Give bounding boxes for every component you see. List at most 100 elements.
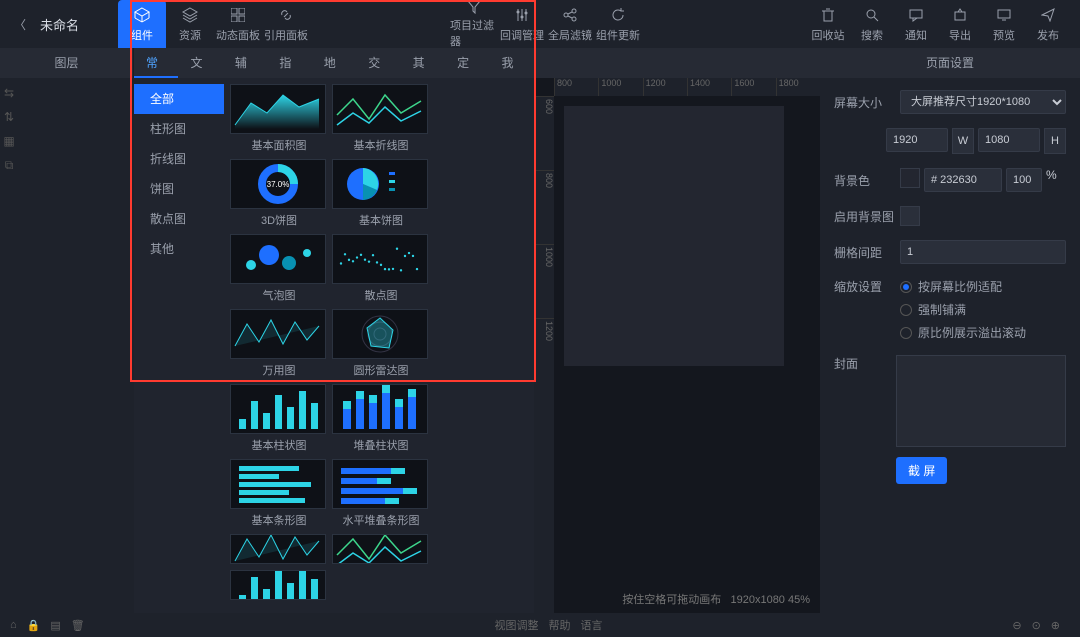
canvas-stage[interactable] (564, 106, 784, 366)
tab-project-filter[interactable]: 项目过滤器 (450, 0, 498, 48)
export-icon (951, 6, 969, 24)
main-tab-group: 组件 资源 动态面板 引用面板 (118, 0, 310, 48)
lib-side-other[interactable]: 其他 (134, 234, 224, 264)
capture-button[interactable]: 截 屏 (896, 457, 947, 484)
tab-label: 导出 (949, 27, 971, 43)
chart-card[interactable]: 基本条形图 (230, 459, 328, 528)
zoom-reset-icon[interactable]: ⊙ (1032, 619, 1041, 632)
chart-card[interactable]: 基本饼图 (332, 159, 430, 228)
grid-spacing-input[interactable] (900, 240, 1066, 264)
tab-recycle[interactable]: 回收站 (806, 0, 850, 48)
category-tabs: 常规 文字 辅助 指标 地图 交互 其他 定制 我的 (134, 48, 534, 78)
align-icon[interactable]: ⇆ (4, 86, 14, 100)
chart-thumb (332, 384, 428, 434)
tab-component-update[interactable]: 组件更新 (594, 0, 642, 48)
height-input[interactable] (978, 128, 1040, 152)
chart-card[interactable]: 万用图 (230, 309, 328, 378)
lib-side-line[interactable]: 折线图 (134, 144, 224, 174)
cover-label: 封面 (834, 355, 896, 372)
tab-preview[interactable]: 预览 (982, 0, 1026, 48)
cat-mine[interactable]: 我的 (490, 48, 534, 78)
zoom-opt-1[interactable]: 强制铺满 (900, 301, 1066, 318)
canvas-area[interactable]: 80010001200140016001800 60080010001200 按… (534, 78, 820, 613)
chart-thumb (230, 384, 326, 434)
chart-caption: 圆形雷达图 (332, 362, 430, 378)
tab-resources[interactable]: 资源 (166, 0, 214, 48)
chart-card[interactable]: 圆形雷达图 (332, 309, 430, 378)
lib-side-all[interactable]: 全部 (134, 84, 224, 114)
cat-assist[interactable]: 辅助 (223, 48, 267, 78)
cat-interact[interactable]: 交互 (356, 48, 400, 78)
chart-card[interactable]: 散点图 (332, 234, 430, 303)
back-button[interactable]: 〈 (10, 16, 30, 33)
tab-components[interactable]: 组件 (118, 0, 166, 48)
mid-tab-group: 项目过滤器 回调管理 全局滤镜 组件更新 (450, 0, 642, 48)
zoom-in-icon[interactable]: ⊕ (1051, 619, 1060, 632)
lib-side-scatter[interactable]: 散点图 (134, 204, 224, 234)
tab-label: 通知 (905, 27, 927, 43)
cat-other[interactable]: 其他 (401, 48, 445, 78)
trash-icon[interactable]: 🗑 (71, 619, 85, 632)
tab-search[interactable]: 搜索 (850, 0, 894, 48)
chart-card[interactable] (230, 534, 328, 564)
group-icon[interactable]: ▦ (3, 134, 14, 148)
cat-general[interactable]: 常规 (134, 48, 178, 78)
ruler-horizontal: 80010001200140016001800 (554, 78, 820, 96)
bg-color-label: 背景色 (834, 172, 900, 189)
chart-card[interactable] (230, 570, 328, 600)
chart-thumb (230, 84, 326, 134)
bg-hex-input[interactable] (924, 168, 1002, 192)
grid-spacing-label: 栅格间距 (834, 244, 900, 261)
library-sidebar: 全部 柱形图 折线图 饼图 散点图 其他 (134, 78, 224, 613)
footer-view[interactable]: 视图调整 (495, 617, 539, 633)
chart-card[interactable]: 基本面积图 (230, 84, 328, 153)
layer-panel-title: 图层 (0, 48, 134, 78)
bg-swatch[interactable] (900, 168, 920, 188)
lock-icon[interactable]: 🔒 (27, 619, 41, 632)
send-icon (1039, 6, 1057, 24)
chart-card[interactable]: 37.0%3D饼图 (230, 159, 328, 228)
align-icon[interactable]: ⇅ (4, 110, 14, 124)
chart-card[interactable]: 堆叠柱状图 (332, 384, 430, 453)
tab-callback[interactable]: 回调管理 (498, 0, 546, 48)
zoom-opt-2[interactable]: 原比例展示溢出滚动 (900, 324, 1066, 341)
chart-card[interactable]: 基本柱状图 (230, 384, 328, 453)
screen-preset-select[interactable]: 大屏推荐尺寸1920*1080 (900, 90, 1066, 114)
lib-side-bar[interactable]: 柱形图 (134, 114, 224, 144)
copy-icon[interactable]: ⧉ (5, 158, 14, 173)
chart-card[interactable]: 气泡图 (230, 234, 328, 303)
tab-notify[interactable]: 通知 (894, 0, 938, 48)
tab-global-filter[interactable]: 全局滤镜 (546, 0, 594, 48)
chart-card[interactable]: 基本折线图 (332, 84, 430, 153)
right-tab-group: 回收站 搜索 通知 导出 预览 发布 (806, 0, 1070, 48)
layers-icon[interactable]: ▤ (50, 619, 60, 632)
width-input[interactable] (886, 128, 948, 152)
bg-opacity-input[interactable] (1006, 168, 1042, 192)
footer-help[interactable]: 帮助 (549, 617, 571, 633)
home-icon[interactable]: ⌂ (10, 619, 17, 631)
sliders-icon (513, 6, 531, 24)
tab-label: 预览 (993, 27, 1015, 43)
footer-lang[interactable]: 语言 (581, 617, 603, 633)
tab-label: 全局滤镜 (548, 27, 592, 43)
zoom-out-icon[interactable]: ⊖ (1012, 619, 1021, 632)
cat-custom[interactable]: 定制 (445, 48, 489, 78)
radio-icon (900, 327, 912, 339)
cat-text[interactable]: 文字 (178, 48, 222, 78)
cat-map[interactable]: 地图 (312, 48, 356, 78)
enable-bg-checkbox[interactable] (900, 206, 920, 226)
tab-publish[interactable]: 发布 (1026, 0, 1070, 48)
cat-indicator[interactable]: 指标 (267, 48, 311, 78)
chart-card[interactable] (332, 534, 430, 564)
lib-side-pie[interactable]: 饼图 (134, 174, 224, 204)
tab-export[interactable]: 导出 (938, 0, 982, 48)
layer-panel (18, 78, 134, 613)
chart-thumb (332, 459, 428, 509)
tab-reference-panel[interactable]: 引用面板 (262, 0, 310, 48)
chart-card[interactable]: 水平堆叠条形图 (332, 459, 430, 528)
tab-label: 资源 (179, 27, 201, 43)
zoom-opt-0[interactable]: 按屏幕比例适配 (900, 278, 1066, 295)
tab-dynamic-panel[interactable]: 动态面板 (214, 0, 262, 48)
chart-thumb (230, 234, 326, 284)
svg-text:37.0%: 37.0% (267, 180, 290, 189)
